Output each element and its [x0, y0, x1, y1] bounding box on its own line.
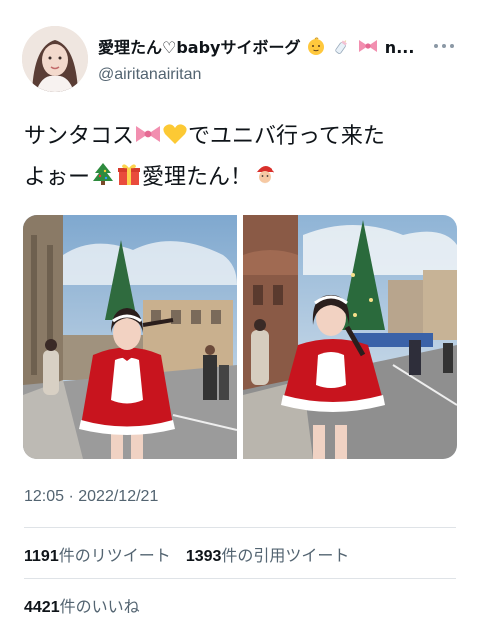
display-name[interactable]: 愛理たん♡babyサイボーグ n...: [98, 36, 428, 62]
ribbon-icon: [134, 121, 162, 159]
yellow-heart-icon: [162, 121, 188, 159]
photo-1[interactable]: [23, 215, 237, 459]
user-names: 愛理たん♡babyサイボーグ n... @airitanairitan: [98, 36, 428, 86]
photo-2[interactable]: [243, 215, 457, 459]
likes-stat[interactable]: 4421件のいいね: [24, 597, 140, 616]
divider: [24, 578, 456, 579]
retweets-count: 1191: [24, 548, 59, 565]
gift-icon: [116, 161, 142, 200]
retweets-stat[interactable]: 1191件のリツイート: [24, 546, 171, 565]
tweet-text-part1: サンタコス: [24, 124, 135, 149]
retweets-label: 件のリツイート: [58, 546, 171, 565]
tweet-photos: [23, 215, 457, 459]
stats-row: 1191件のリツイート 1393件の引用ツイート: [24, 542, 359, 566]
quotes-stat[interactable]: 1393件の引用ツイート: [186, 546, 350, 565]
divider: [24, 527, 456, 528]
more-options-icon[interactable]: [432, 38, 456, 54]
tweet-text-part4: 愛理たん！: [142, 165, 253, 190]
christmas-tree-icon: [90, 161, 116, 200]
quotes-count: 1393: [185, 548, 222, 565]
quotes-label: 件の引用ツイート: [221, 546, 350, 565]
likes-count: 4421: [24, 599, 60, 616]
likes-row: 4421件のいいね: [24, 593, 150, 617]
tweet-timestamp[interactable]: 12:05 · 2022/12/21: [24, 488, 158, 506]
display-name-suffix: n...: [384, 38, 415, 57]
ribbon-icon: [357, 36, 379, 62]
user-handle[interactable]: @airitanairitan: [98, 64, 428, 86]
tweet-text-part3: よぉー: [24, 165, 91, 190]
avatar[interactable]: [22, 26, 88, 92]
baby-bottle-icon: [332, 36, 352, 62]
display-name-text: 愛理たん♡babyサイボーグ: [98, 38, 301, 57]
santa-icon: [252, 161, 278, 200]
tweet-header: 愛理たん♡babyサイボーグ n... @airitanairitan: [22, 26, 462, 92]
tweet-text: サンタコス でユニバ行って来た よぉー 愛理たん！: [24, 118, 454, 200]
tweet-text-part2: でユニバ行って来た: [188, 124, 385, 149]
likes-label: 件のいいね: [59, 597, 140, 616]
baby-face-icon: [306, 36, 326, 62]
